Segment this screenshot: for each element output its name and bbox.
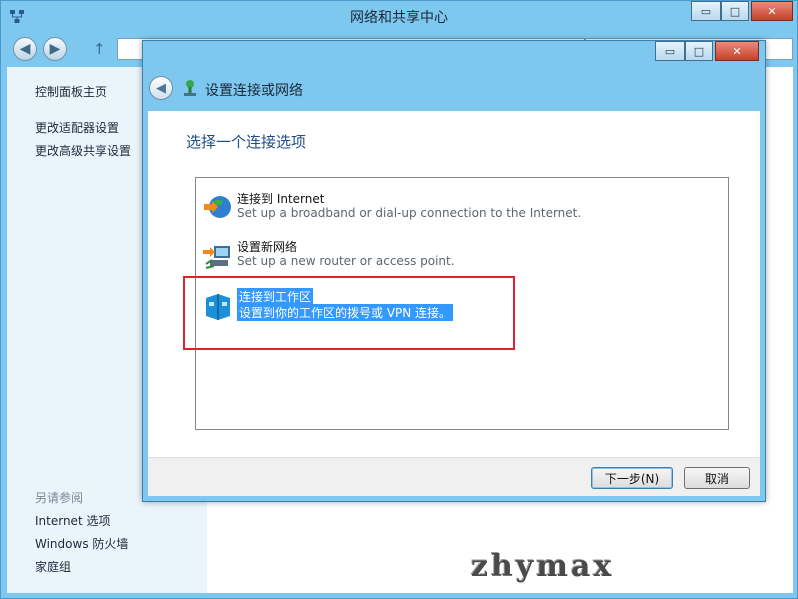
sidebar-link-control-panel-home[interactable]: 控制面板主页 [35, 83, 107, 100]
arrow-right-icon: ▶ [49, 41, 61, 57]
option-title: 连接到 Internet [237, 192, 325, 206]
forward-button[interactable]: ▶ [43, 37, 67, 61]
parent-minimize-button[interactable]: ▭ [691, 1, 721, 21]
option-setup-new-network[interactable]: 设置新网络 Set up a new router or access poin… [196, 236, 728, 280]
dialog-maximize-button[interactable]: □ [685, 41, 713, 61]
up-arrow-icon[interactable]: ↑ [93, 40, 106, 58]
network-wizard-icon [184, 80, 196, 96]
parent-window-title: 网络和共享中心 [350, 10, 448, 26]
arrow-left-icon: ◀ [19, 41, 31, 57]
dialog-header: ◀ 设置连接或网络 [143, 71, 765, 111]
dialog-close-button[interactable]: ✕ [715, 41, 759, 61]
setup-connection-dialog: ▭ □ ✕ ◀ 设置连接或网络 选择一个连接选项 连接到 Internet Se… [142, 40, 766, 502]
watermark-text: zhymax [471, 549, 615, 584]
globe-icon [204, 196, 231, 218]
sidebar-link-homegroup[interactable]: 家庭组 [35, 558, 71, 575]
sidebar-link-windows-firewall[interactable]: Windows 防火墙 [35, 535, 128, 552]
selection-highlight-box [183, 276, 515, 350]
sidebar-link-internet-options[interactable]: Internet 选项 [35, 512, 110, 529]
option-description: Set up a broadband or dial-up connection… [237, 206, 582, 220]
cancel-button[interactable]: 取消 [684, 467, 750, 489]
parent-close-button[interactable]: ✕ [751, 1, 793, 21]
arrow-left-icon: ◀ [156, 80, 166, 96]
sidebar-link-adapter-settings[interactable]: 更改适配器设置 [35, 119, 119, 136]
back-button[interactable]: ◀ [13, 37, 37, 61]
see-also-heading: 另请参阅 [35, 491, 84, 505]
dialog-footer: 下一步(N) 取消 [148, 457, 760, 496]
parent-maximize-button[interactable]: □ [721, 1, 749, 21]
dialog-body: 选择一个连接选项 连接到 Internet Set up a broadband… [148, 111, 760, 457]
parent-title-bar[interactable]: 网络和共享中心 ▭ □ ✕ [1, 1, 797, 33]
option-description: Set up a new router or access point. [237, 254, 455, 268]
choose-option-heading: 选择一个连接选项 [186, 133, 307, 151]
option-title: 设置新网络 [237, 240, 298, 254]
dialog-minimize-button[interactable]: ▭ [655, 41, 685, 61]
dialog-back-button[interactable]: ◀ [149, 76, 173, 100]
sidebar-link-advanced-sharing[interactable]: 更改高级共享设置 [35, 142, 131, 159]
network-setup-icon [203, 246, 230, 269]
next-button[interactable]: 下一步(N) [591, 467, 673, 489]
dialog-title: 设置连接或网络 [205, 83, 303, 99]
option-connect-internet[interactable]: 连接到 Internet Set up a broadband or dial-… [196, 188, 728, 232]
